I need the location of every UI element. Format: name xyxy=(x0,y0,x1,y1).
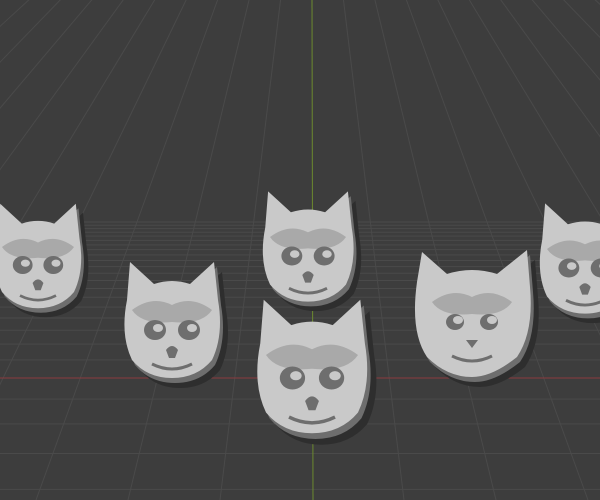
cat-skull-right-edge[interactable] xyxy=(539,203,600,324)
left-eye-highlight xyxy=(289,250,300,258)
right-eye-highlight xyxy=(51,259,61,267)
left-eye-highlight xyxy=(290,371,302,381)
left-eye-highlight xyxy=(153,324,163,332)
cat-head-right[interactable] xyxy=(414,250,539,387)
right-eye-highlight xyxy=(329,371,341,381)
cat-skull-front-center[interactable] xyxy=(257,299,377,445)
left-eye-highlight xyxy=(20,259,30,267)
left-eye-highlight xyxy=(566,262,577,270)
right-eye-highlight xyxy=(487,316,497,324)
left-eye-highlight xyxy=(453,316,463,324)
right-eye-highlight xyxy=(187,324,197,332)
right-eye-highlight xyxy=(322,250,332,258)
3d-viewport[interactable] xyxy=(0,0,600,500)
viewport-canvas[interactable] xyxy=(0,0,600,500)
cat-skull-left-edge[interactable] xyxy=(0,203,89,318)
